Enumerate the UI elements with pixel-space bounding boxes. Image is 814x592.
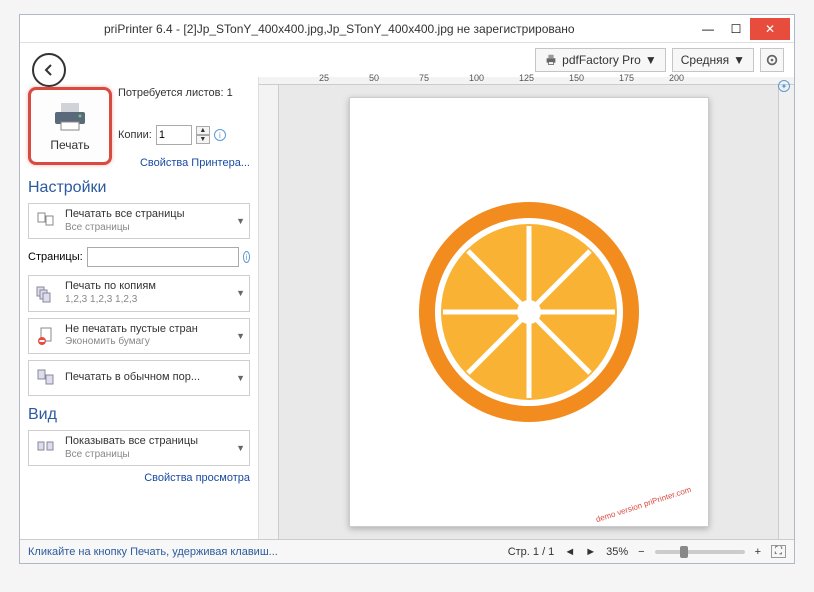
arrow-left-icon bbox=[41, 62, 57, 78]
nav-prev-icon[interactable]: ◄ bbox=[564, 546, 575, 558]
no-blank-icon bbox=[33, 323, 59, 349]
nav-next-icon[interactable]: ► bbox=[585, 546, 596, 558]
ruler-horizontal: 25 50 75 100 125 150 175 200 ✦ bbox=[259, 77, 794, 85]
maximize-button[interactable]: ☐ bbox=[722, 18, 750, 40]
watermark-text: demo version priPrinter.com bbox=[595, 486, 692, 525]
copies-spinner[interactable]: ▲▼ bbox=[196, 126, 210, 144]
collate-icon bbox=[33, 280, 59, 306]
titlebar: priPrinter 6.4 - [2]Jp_STonY_400x400.jpg… bbox=[20, 15, 794, 43]
pages-input[interactable] bbox=[87, 247, 239, 267]
pages-label: Страницы: bbox=[28, 251, 83, 263]
copies-label: Копии: bbox=[118, 129, 152, 141]
orange-slice-image bbox=[409, 192, 649, 432]
pages-icon bbox=[33, 208, 59, 234]
printer-icon bbox=[50, 100, 90, 134]
printer-toolbar: pdfFactory Pro ▼ Средняя ▼ bbox=[535, 47, 784, 73]
settings-heading: Настройки bbox=[28, 179, 250, 197]
printer-icon bbox=[544, 53, 558, 67]
option-print-all-pages[interactable]: Печатать все страницыВсе страницы ▼ bbox=[28, 203, 250, 239]
statusbar: Кликайте на кнопку Печать, удерживая кла… bbox=[20, 539, 794, 563]
view-properties-link[interactable]: Свойства просмотра bbox=[28, 472, 250, 484]
option-show-all-pages[interactable]: Показывать все страницыВсе страницы ▼ bbox=[28, 430, 250, 466]
fit-page-icon[interactable]: ⛶ bbox=[771, 545, 786, 558]
canvas[interactable]: demo version priPrinter.com bbox=[279, 85, 778, 539]
zoom-value: 35% bbox=[606, 546, 628, 558]
print-button-label: Печать bbox=[50, 138, 89, 152]
copies-input[interactable] bbox=[156, 125, 192, 145]
option-skip-blank[interactable]: Не печатать пустые странЭкономить бумагу… bbox=[28, 318, 250, 354]
close-button[interactable]: ✕ bbox=[750, 18, 790, 40]
canvas-area: demo version priPrinter.com bbox=[259, 85, 794, 539]
sheets-required-label: Потребуется листов: 1 bbox=[118, 87, 250, 99]
ruler-vertical bbox=[259, 85, 279, 539]
window-title: priPrinter 6.4 - [2]Jp_STonY_400x400.jpg… bbox=[24, 22, 694, 36]
view-heading: Вид bbox=[28, 406, 250, 424]
settings-gear-button[interactable] bbox=[760, 48, 784, 72]
gear-icon bbox=[765, 53, 779, 67]
page-preview[interactable]: demo version priPrinter.com bbox=[349, 97, 709, 527]
chevron-down-icon: ▼ bbox=[236, 288, 245, 298]
printer-name: pdfFactory Pro bbox=[562, 53, 641, 67]
option-normal-order[interactable]: Печатать в обычном пор... ▼ bbox=[28, 360, 250, 396]
pages-range-row: Страницы: i bbox=[28, 247, 250, 267]
preview-pane: 25 50 75 100 125 150 175 200 ✦ bbox=[258, 77, 794, 539]
info-icon[interactable]: i bbox=[214, 129, 226, 141]
info-icon[interactable]: i bbox=[243, 251, 250, 263]
zoom-slider[interactable] bbox=[655, 550, 745, 554]
ruler-config-icon[interactable]: ✦ bbox=[778, 80, 790, 92]
quality-label: Средняя bbox=[681, 53, 729, 67]
body: Печать Потребуется листов: 1 Копии: ▲▼ i… bbox=[20, 43, 794, 539]
app-window: priPrinter 6.4 - [2]Jp_STonY_400x400.jpg… bbox=[19, 14, 795, 564]
chevron-down-icon: ▼ bbox=[236, 331, 245, 341]
print-button[interactable]: Печать bbox=[28, 87, 112, 165]
order-icon bbox=[33, 365, 59, 391]
option-collate[interactable]: Печать по копиям1,2,3 1,2,3 1,2,3 ▼ bbox=[28, 275, 250, 311]
chevron-down-icon: ▼ bbox=[236, 216, 245, 226]
chevron-down-icon: ▼ bbox=[236, 443, 245, 453]
scrollbar-vertical[interactable] bbox=[778, 85, 794, 539]
quality-select[interactable]: Средняя ▼ bbox=[672, 48, 754, 72]
printer-select[interactable]: pdfFactory Pro ▼ bbox=[535, 48, 666, 72]
print-section: Печать Потребуется листов: 1 Копии: ▲▼ i… bbox=[28, 87, 250, 169]
zoom-in-button[interactable]: + bbox=[755, 546, 761, 558]
thumbnails-icon bbox=[33, 435, 59, 461]
chevron-down-icon: ▼ bbox=[733, 53, 745, 67]
chevron-down-icon: ▼ bbox=[645, 53, 657, 67]
status-page: Стр. 1 / 1 bbox=[508, 546, 555, 558]
chevron-down-icon: ▼ bbox=[236, 373, 245, 383]
sheets-info: Потребуется листов: 1 Копии: ▲▼ i Свойст… bbox=[118, 87, 250, 169]
zoom-out-button[interactable]: − bbox=[638, 546, 644, 558]
copies-row: Копии: ▲▼ i bbox=[118, 125, 250, 145]
sidebar: Печать Потребуется листов: 1 Копии: ▲▼ i… bbox=[20, 77, 258, 539]
printer-properties-link[interactable]: Свойства Принтера... bbox=[118, 157, 250, 169]
back-button[interactable] bbox=[32, 53, 66, 87]
status-hint: Кликайте на кнопку Печать, удерживая кла… bbox=[28, 546, 498, 558]
minimize-button[interactable]: — bbox=[694, 18, 722, 40]
